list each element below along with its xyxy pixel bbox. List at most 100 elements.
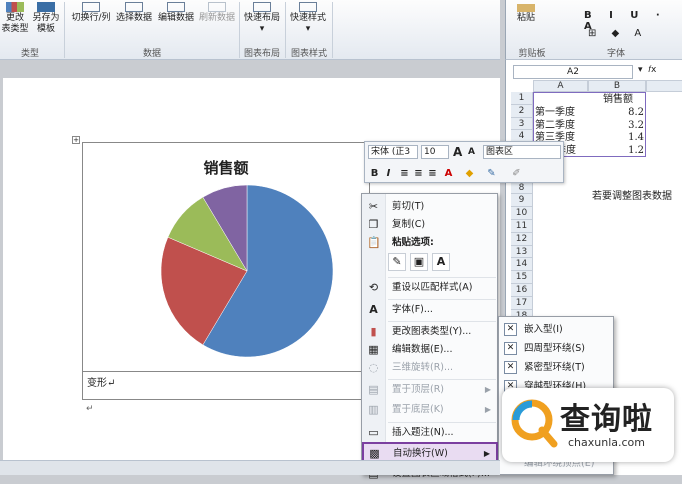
row-header[interactable]: 13 (511, 245, 533, 259)
layout-icon (253, 2, 271, 12)
row-header[interactable]: 11 (511, 220, 533, 233)
italic-button[interactable]: I (382, 167, 395, 180)
quick-layout-button[interactable]: 快速布局 ▾ (242, 2, 282, 35)
pie-chart[interactable] (83, 143, 371, 373)
send-back-icon: ▥ (368, 403, 379, 416)
select-data-button[interactable]: 选择数据 (114, 2, 154, 24)
cell-b2[interactable]: 8.2 (590, 107, 644, 120)
save-icon (37, 2, 55, 12)
menu-send-to-back[interactable]: ▥ 置于底层(K) ▶ (363, 400, 497, 420)
group-label-chart-style: 图表样式 (290, 49, 327, 59)
align-left-icon[interactable]: ≡ (398, 167, 411, 180)
outline-icon[interactable]: ✎ (485, 167, 498, 180)
square-wrap-icon: ✕ (504, 342, 517, 355)
row-header[interactable]: 2 (511, 104, 533, 118)
row-header[interactable]: 17 (511, 296, 533, 310)
context-menu: ✂ 剪切(T) ❐ 复制(C) 📋 粘贴选项: ✎ ▣ A ⟲ 重设以匹配样式(A) A… (361, 193, 498, 480)
scissors-icon: ✂ (368, 200, 379, 213)
cell-b1[interactable]: 销售额 (590, 94, 646, 107)
paste-keep-format-button[interactable]: ✎ (388, 253, 406, 271)
reset-icon: ⟲ (368, 281, 379, 294)
column-header-c[interactable] (646, 80, 682, 92)
fill-color-icon[interactable]: ◆ (463, 167, 476, 180)
menu-cut[interactable]: ✂ 剪切(T) (363, 197, 497, 217)
font-color-icon[interactable]: A (442, 167, 455, 180)
chart-element-select[interactable]: 图表区 (483, 145, 561, 159)
status-bar (0, 460, 500, 475)
menu-insert-caption[interactable]: ▭ 插入题注(N)... (363, 423, 497, 443)
save-as-template-button[interactable]: 另存为 模板 (30, 2, 62, 35)
clipboard-icon (517, 4, 535, 12)
edit-data-icon: ▦ (368, 343, 379, 356)
paste-button[interactable]: 粘贴 (512, 4, 540, 24)
move-handle-icon[interactable]: + (72, 136, 80, 144)
paste-picture-button[interactable]: ▣ (410, 253, 428, 271)
format-painter-icon[interactable]: ✐ (510, 167, 523, 180)
fx-icon[interactable]: ▾ 𝑓x (638, 65, 656, 75)
menu-font[interactable]: A 字体(F)... (363, 300, 497, 320)
format-buttons[interactable]: ⊞ ◆ A (588, 28, 647, 39)
paragraph-mark: ↵ (86, 404, 94, 414)
row-header[interactable]: 10 (511, 207, 533, 220)
menu-copy[interactable]: ❐ 复制(C) (363, 215, 497, 235)
grow-font-button[interactable]: A (453, 145, 462, 159)
quick-style-button[interactable]: 快速样式 ▾ (288, 2, 328, 35)
cell-b5[interactable]: 1.2 (590, 145, 644, 158)
edit-data-button[interactable]: 编辑数据 (156, 2, 196, 24)
menu-reset-style[interactable]: ⟲ 重设以匹配样式(A) (363, 278, 497, 298)
mini-toolbar: 宋体 (正3 10 A A 图表区 B I ≡ ≡ ≡ A ◆ ✎ ✐ (364, 141, 564, 183)
align-center-icon[interactable]: ≡ (412, 167, 425, 180)
switch-icon (82, 2, 100, 12)
align-right-icon[interactable]: ≡ (426, 167, 439, 180)
bring-front-icon: ▤ (368, 383, 379, 396)
paste-options-row: ✎ ▣ A (388, 251, 488, 273)
row-header[interactable]: 15 (511, 271, 533, 284)
submenu-inline[interactable]: ✕ 嵌入型(I) (500, 320, 614, 339)
cell-b8[interactable]: 若要调整图表数据 (592, 191, 672, 204)
chart-type-icon: ▮ (370, 325, 377, 338)
refresh-data-button[interactable]: 刷新数据 (197, 2, 237, 24)
switch-row-column-button[interactable]: 切换行/列 (70, 2, 112, 24)
menu-edit-data[interactable]: ▦ 编辑数据(E)... (363, 340, 497, 360)
paste-text-only-button[interactable]: A (432, 253, 450, 271)
edit-data-icon (167, 2, 185, 12)
cell-a3[interactable]: 第二季度 (535, 120, 575, 133)
font-name-select[interactable]: 宋体 (正3 (368, 145, 418, 159)
chart-area[interactable]: 销售额 (82, 142, 370, 372)
column-header-b[interactable]: B (588, 80, 646, 92)
refresh-icon (208, 2, 226, 12)
chaxunla-logo: 查询啦 chaxunla.com (502, 388, 674, 462)
logo-q-icon (511, 399, 558, 448)
shrink-font-button[interactable]: A (468, 147, 475, 157)
bold-button[interactable]: B (368, 167, 381, 180)
row-header[interactable]: 14 (511, 258, 533, 272)
row-header[interactable]: 9 (511, 194, 533, 208)
group-label-font: 字体 (606, 49, 625, 59)
group-label-type: 类型 (20, 49, 39, 59)
row-header[interactable]: 3 (511, 117, 533, 131)
tight-wrap-icon: ✕ (504, 361, 517, 374)
font-icon: A (369, 303, 378, 316)
menu-bring-to-front[interactable]: ▤ 置于顶层(R) ▶ (363, 380, 497, 400)
row-header[interactable]: 1 (511, 92, 533, 105)
row-header[interactable]: 12 (511, 232, 533, 246)
menu-change-chart-type[interactable]: ▮ 更改图表类型(Y)... (363, 322, 497, 342)
submenu-arrow-icon: ▶ (484, 405, 491, 414)
name-box[interactable]: A2 (513, 65, 633, 79)
cell-a2[interactable]: 第一季度 (535, 107, 575, 120)
font-size-select[interactable]: 10 (421, 145, 449, 159)
row-header[interactable]: 16 (511, 284, 533, 297)
submenu-square[interactable]: ✕ 四周型环绕(S) (500, 339, 614, 358)
select-data-icon (125, 2, 143, 12)
menu-paste-options: 📋 粘贴选项: (367, 236, 434, 249)
submenu-tight[interactable]: ✕ 紧密型环绕(T) (500, 358, 614, 377)
column-header-a[interactable]: A (533, 80, 588, 92)
menu-3d-rotation[interactable]: ◌ 三维旋转(R)... (363, 358, 497, 378)
change-chart-type-button[interactable]: 更改 表类型 (0, 2, 30, 35)
document-caption: 变形↵ (82, 372, 370, 400)
row-header[interactable]: 8 (511, 181, 533, 195)
cell-b4[interactable]: 1.4 (590, 132, 644, 145)
rotate-icon: ◌ (368, 361, 379, 374)
cell-b3[interactable]: 3.2 (590, 120, 644, 133)
excel-ribbon: 粘贴 B I U · A ⊞ ◆ A 剪贴板 字体 (505, 0, 682, 60)
